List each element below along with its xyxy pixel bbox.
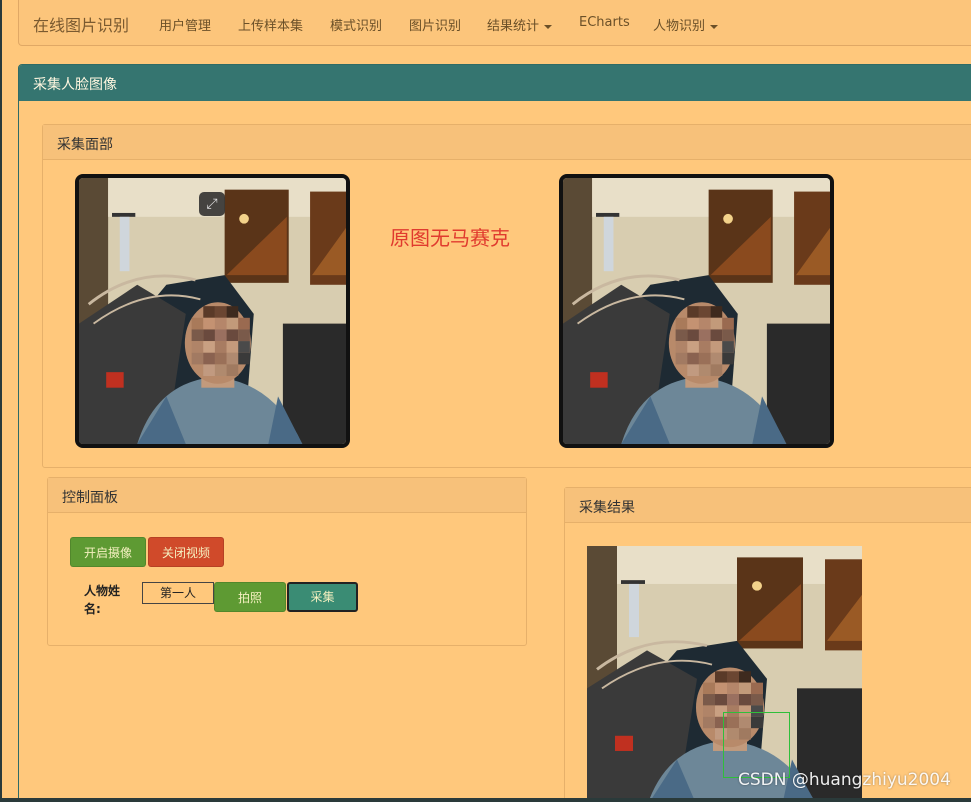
main-panel-title: 采集人脸图像 [19, 65, 971, 101]
caret-down-icon [710, 24, 719, 29]
snapshot-frame [563, 178, 830, 444]
caret-down-icon [544, 24, 553, 29]
snapshot-view [559, 174, 834, 448]
live-video-view[interactable]: ⤢ [75, 174, 350, 448]
nav-image-recognition[interactable]: 图片识别 [409, 15, 461, 34]
result-panel-title: 采集结果 [565, 488, 971, 523]
capture-face-title: 采集面部 [43, 125, 971, 160]
left-window-edge [0, 0, 2, 802]
expand-icon[interactable]: ⤢ [199, 192, 225, 216]
person-name-label: 人物姓名: [84, 584, 121, 616]
nav-person-recognition[interactable]: 人物识别 [653, 15, 719, 34]
nav-result-stats[interactable]: 结果统计 [487, 15, 553, 34]
navbar-brand[interactable]: 在线图片识别 [33, 12, 129, 36]
nav-upload-samples[interactable]: 上传样本集 [238, 15, 303, 34]
live-video-frame [79, 178, 346, 444]
bottom-window-edge [0, 798, 971, 802]
nav-pattern-recognition[interactable]: 模式识别 [330, 15, 382, 34]
open-camera-button[interactable]: 开启摄像 [70, 537, 146, 567]
top-navbar: 在线图片识别 用户管理 上传样本集 模式识别 图片识别 结果统计 ECharts… [18, 0, 971, 46]
face-detection-box [723, 712, 790, 778]
control-panel-title: 控制面板 [48, 478, 526, 513]
annotation-no-mosaic: 原图无马赛克 [390, 226, 510, 250]
watermark: CSDN @huangzhiyu2004 [738, 770, 951, 790]
nav-echarts[interactable]: ECharts [579, 15, 630, 30]
nav-person-recognition-label: 人物识别 [653, 19, 706, 34]
take-photo-button[interactable]: 拍照 [214, 582, 286, 612]
collect-button[interactable]: 采集 [287, 582, 358, 612]
nav-user-management[interactable]: 用户管理 [159, 15, 211, 34]
close-video-button[interactable]: 关闭视频 [148, 537, 224, 567]
nav-result-stats-label: 结果统计 [487, 19, 540, 34]
person-name-input[interactable]: 第一人 [142, 582, 214, 604]
result-image [587, 546, 862, 802]
